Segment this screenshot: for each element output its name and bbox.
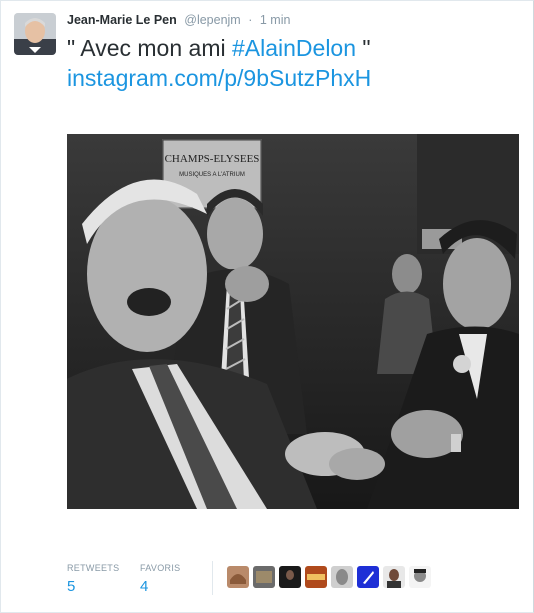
favorites-count[interactable]: 4: [140, 578, 180, 595]
retweets-stat[interactable]: RETWEETS 5: [67, 563, 119, 595]
retweets-count[interactable]: 5: [67, 578, 119, 595]
author-handle[interactable]: @lepenjm: [184, 13, 240, 27]
tweet-card: Jean-Marie Le Pen @lepenjm · 1 min " Ave…: [0, 0, 534, 613]
tweet-text-prefix: " Avec mon ami: [67, 35, 232, 61]
hashtag-link[interactable]: #AlainDelon: [232, 35, 356, 61]
tweet-text: " Avec mon ami #AlainDelon " instagram.c…: [67, 33, 517, 93]
favoriter-avatar-4[interactable]: [305, 566, 327, 588]
favoriter-avatar-1[interactable]: [227, 566, 249, 588]
retweets-label: RETWEETS: [67, 563, 120, 573]
tweet-text-suffix: ": [356, 35, 371, 61]
favoriter-avatar-3[interactable]: [279, 566, 301, 588]
sign-subtitle: MUSIQUES A L'ATRIUM: [179, 172, 245, 178]
stats-divider: [212, 561, 213, 595]
favoriter-avatar-7[interactable]: [383, 566, 405, 588]
favoriter-avatar-5[interactable]: [331, 566, 353, 588]
favorites-stat[interactable]: FAVORIS 4: [140, 563, 180, 595]
author-avatar[interactable]: [14, 13, 56, 55]
favoriter-avatar-6[interactable]: [357, 566, 379, 588]
tweet-timestamp[interactable]: 1 min: [260, 13, 291, 27]
favoriter-avatar-2[interactable]: [253, 566, 275, 588]
separator-dot: ·: [248, 13, 253, 27]
favoriter-avatars: [227, 566, 431, 588]
tweet-photo[interactable]: CHAMPS-ELYSEES MUSIQUES A L'ATRIUM: [67, 134, 519, 509]
tweet-header: Jean-Marie Le Pen @lepenjm · 1 min: [67, 13, 290, 27]
favoriter-avatar-8[interactable]: [409, 566, 431, 588]
author-name[interactable]: Jean-Marie Le Pen: [67, 13, 177, 27]
sign-title: CHAMPS-ELYSEES: [165, 153, 260, 165]
instagram-link[interactable]: instagram.com/p/9bSutzPhxH: [67, 63, 517, 93]
favorites-label: FAVORIS: [140, 563, 181, 573]
